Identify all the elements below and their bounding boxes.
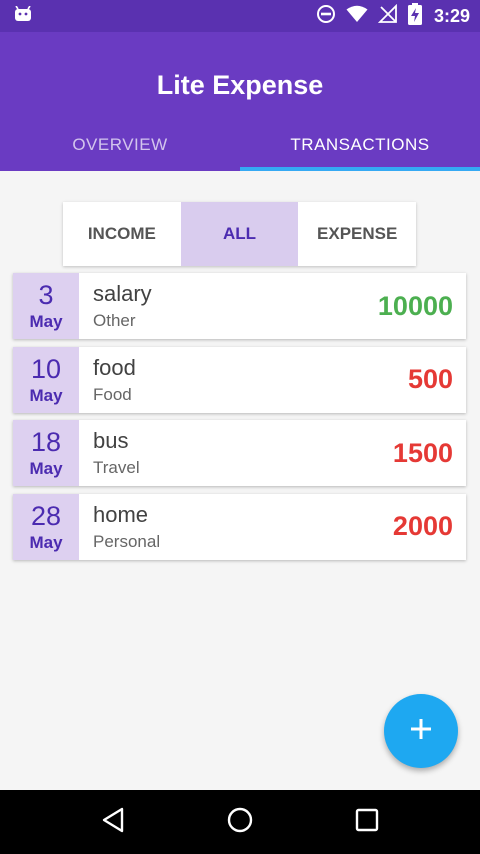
transaction-info: bus Travel [79,420,393,486]
transaction-info: salary Other [79,273,378,339]
nav-home-button[interactable] [220,802,260,842]
transaction-name: home [93,501,149,527]
recents-square-icon [355,808,379,837]
filter-segmented-control: INCOME ALL EXPENSE [63,202,416,266]
wifi-icon [346,5,368,28]
transaction-row[interactable]: 18 May bus Travel 1500 [13,420,466,486]
transaction-row[interactable]: 28 May home Personal 2000 [13,493,466,560]
transaction-month: May [29,459,63,478]
nav-back-button[interactable] [93,802,133,842]
status-left [14,5,32,27]
home-circle-icon [226,806,254,839]
transaction-list: 3 May salary Other 10000 10 May food Foo… [13,273,466,567]
status-bar: 3:29 [0,0,480,32]
filter-income-button[interactable]: INCOME [63,202,181,266]
transaction-name: bus [93,428,129,453]
transaction-category: Personal [93,531,161,551]
app-bar: Lite Expense OVERVIEW TRANSACTIONS [0,32,480,171]
transaction-row[interactable]: 10 May food Food 500 [13,346,466,413]
transaction-month: May [29,385,63,405]
transaction-info: home Personal [79,494,393,560]
app-title: Lite Expense [156,70,324,100]
transaction-amount: 500 [407,364,453,394]
transaction-info: food Food [79,347,408,413]
tab-overview[interactable]: OVERVIEW [0,118,240,171]
transaction-category: Other [93,311,136,330]
plus-icon [409,717,433,746]
transaction-amount: 2000 [392,511,453,541]
nav-recents-button[interactable] [347,802,387,842]
transaction-name: salary [93,281,152,306]
tab-transactions[interactable]: TRANSACTIONS [240,118,480,171]
transaction-date: 3 May [13,273,79,339]
filter-expense-button[interactable]: EXPENSE [298,202,416,266]
transaction-date: 18 May [13,420,79,486]
transaction-category: Travel [93,458,140,477]
transaction-day: 3 [38,280,54,310]
transaction-date: 10 May [13,346,79,413]
no-signal-icon [377,3,398,29]
transaction-row[interactable]: 3 May salary Other 10000 [13,273,466,339]
add-transaction-button[interactable] [384,694,458,768]
transaction-name: food [93,354,136,380]
status-right: 3:29 [316,2,470,30]
tab-transactions-label: TRANSACTIONS [290,134,430,154]
do-not-disturb-icon [316,4,336,29]
transaction-date: 28 May [13,493,79,560]
transaction-day: 10 [30,353,62,384]
tab-bar: OVERVIEW TRANSACTIONS [0,118,480,171]
status-time: 3:29 [433,5,470,26]
transaction-day: 28 [30,500,62,531]
back-triangle-icon [101,807,125,838]
transaction-month: May [29,312,63,331]
transaction-day: 18 [30,427,62,457]
transaction-category: Food [93,384,132,404]
transaction-amount: 1500 [392,437,453,468]
battery-charging-icon [407,2,422,30]
transaction-month: May [29,532,63,552]
filter-all-button[interactable]: ALL [180,202,299,266]
system-navigation-bar [0,790,480,854]
tab-indicator [240,167,480,171]
transaction-amount: 10000 [377,290,453,321]
android-icon [14,5,32,27]
